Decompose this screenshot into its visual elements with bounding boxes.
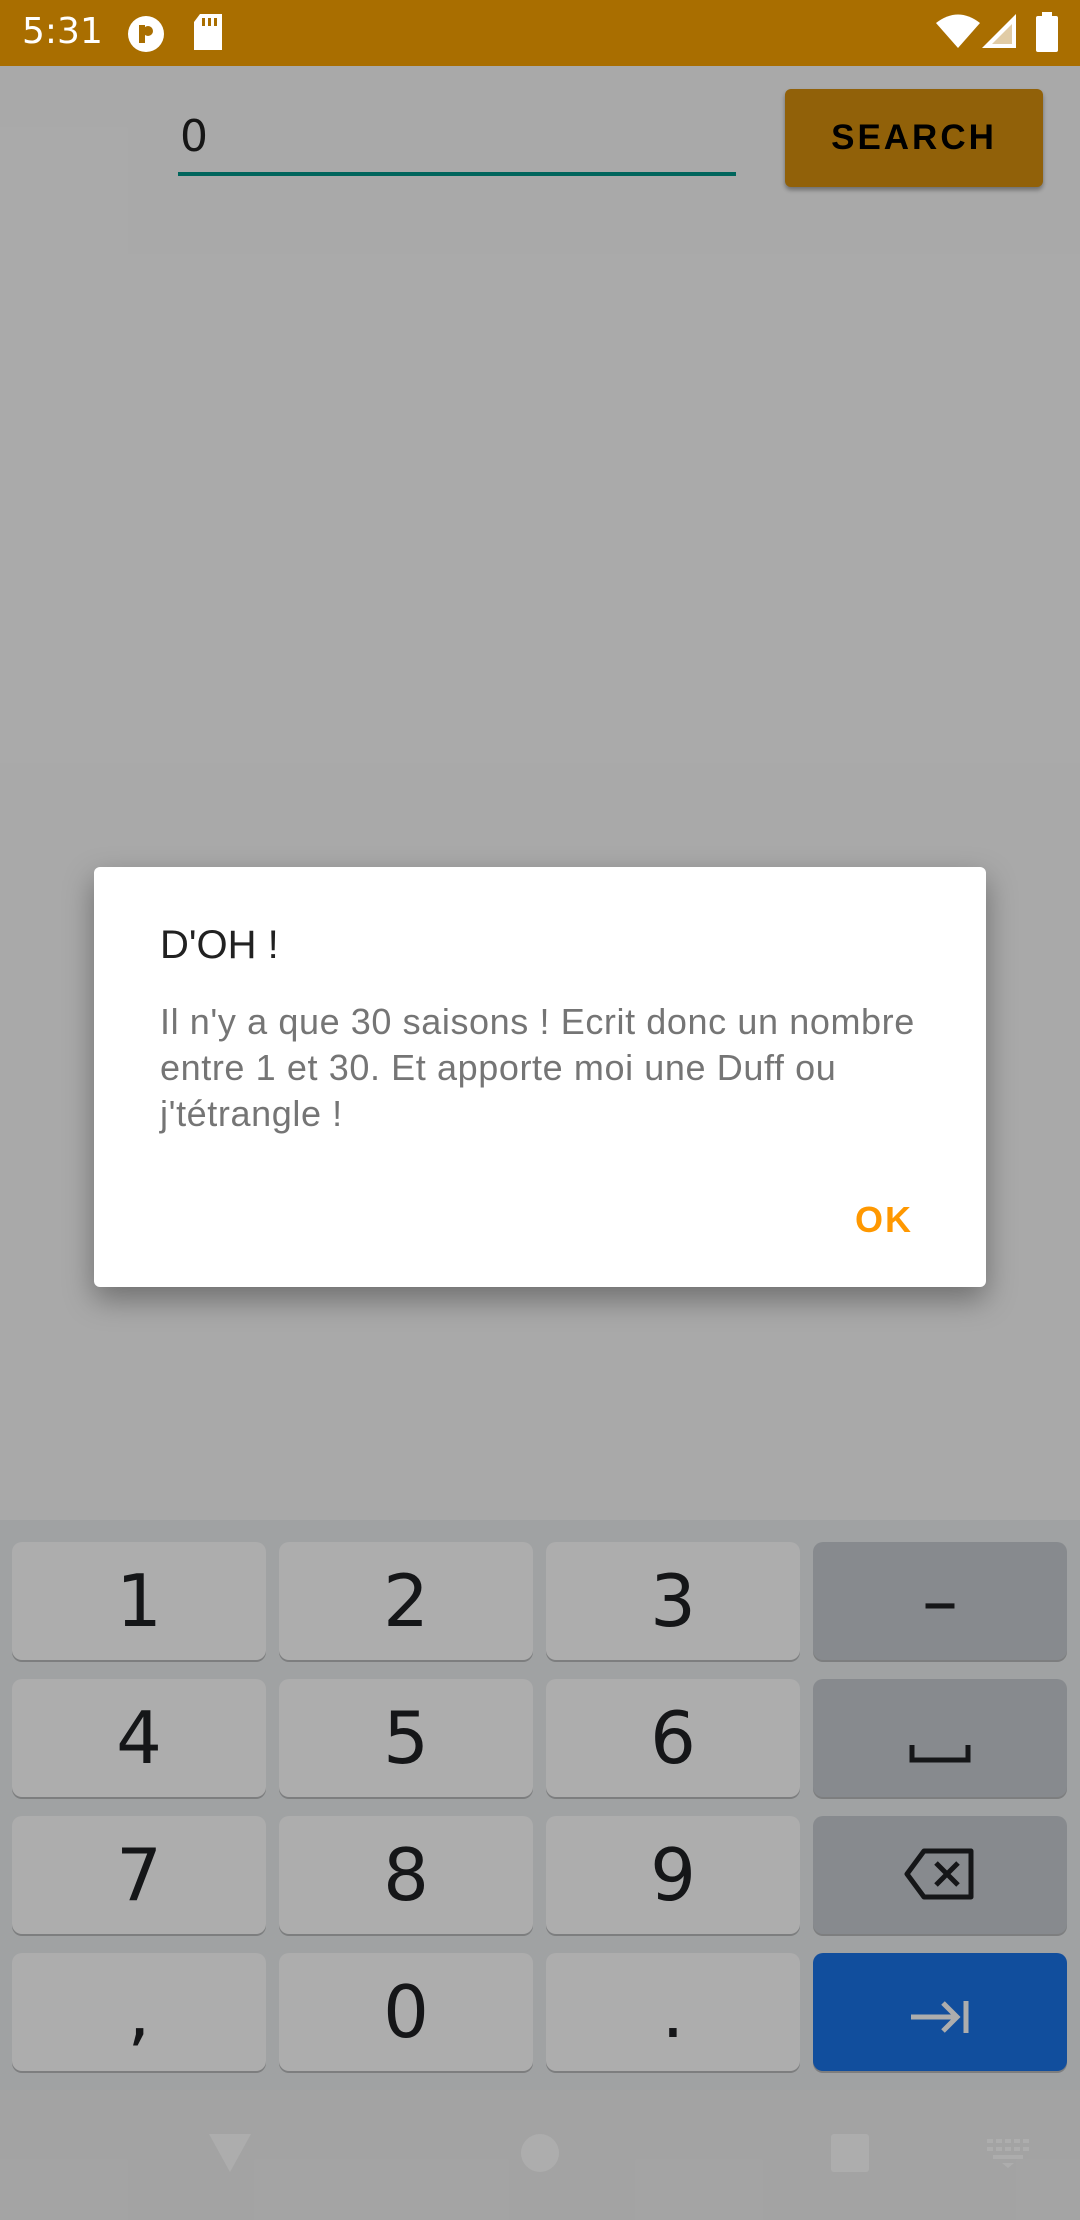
wifi-icon (936, 14, 980, 54)
dialog-ok-button[interactable]: OK (824, 1185, 944, 1255)
dialog-title: D'OH ! (160, 923, 279, 967)
app-screen: 5:31 0 SEARCH D'OH ! Il n'y a que 30 sai… (0, 0, 1080, 2220)
status-bar: 5:31 (0, 0, 1080, 66)
battery-icon (1036, 12, 1058, 56)
status-time: 5:31 (22, 11, 103, 52)
signal-icon (982, 14, 1016, 54)
pocketcasts-icon (126, 14, 166, 58)
sd-card-icon (192, 14, 224, 56)
dialog-message: Il n'y a que 30 saisons ! Ecrit donc un … (160, 1001, 915, 1134)
alert-dialog: D'OH ! Il n'y a que 30 saisons ! Ecrit d… (94, 867, 986, 1287)
